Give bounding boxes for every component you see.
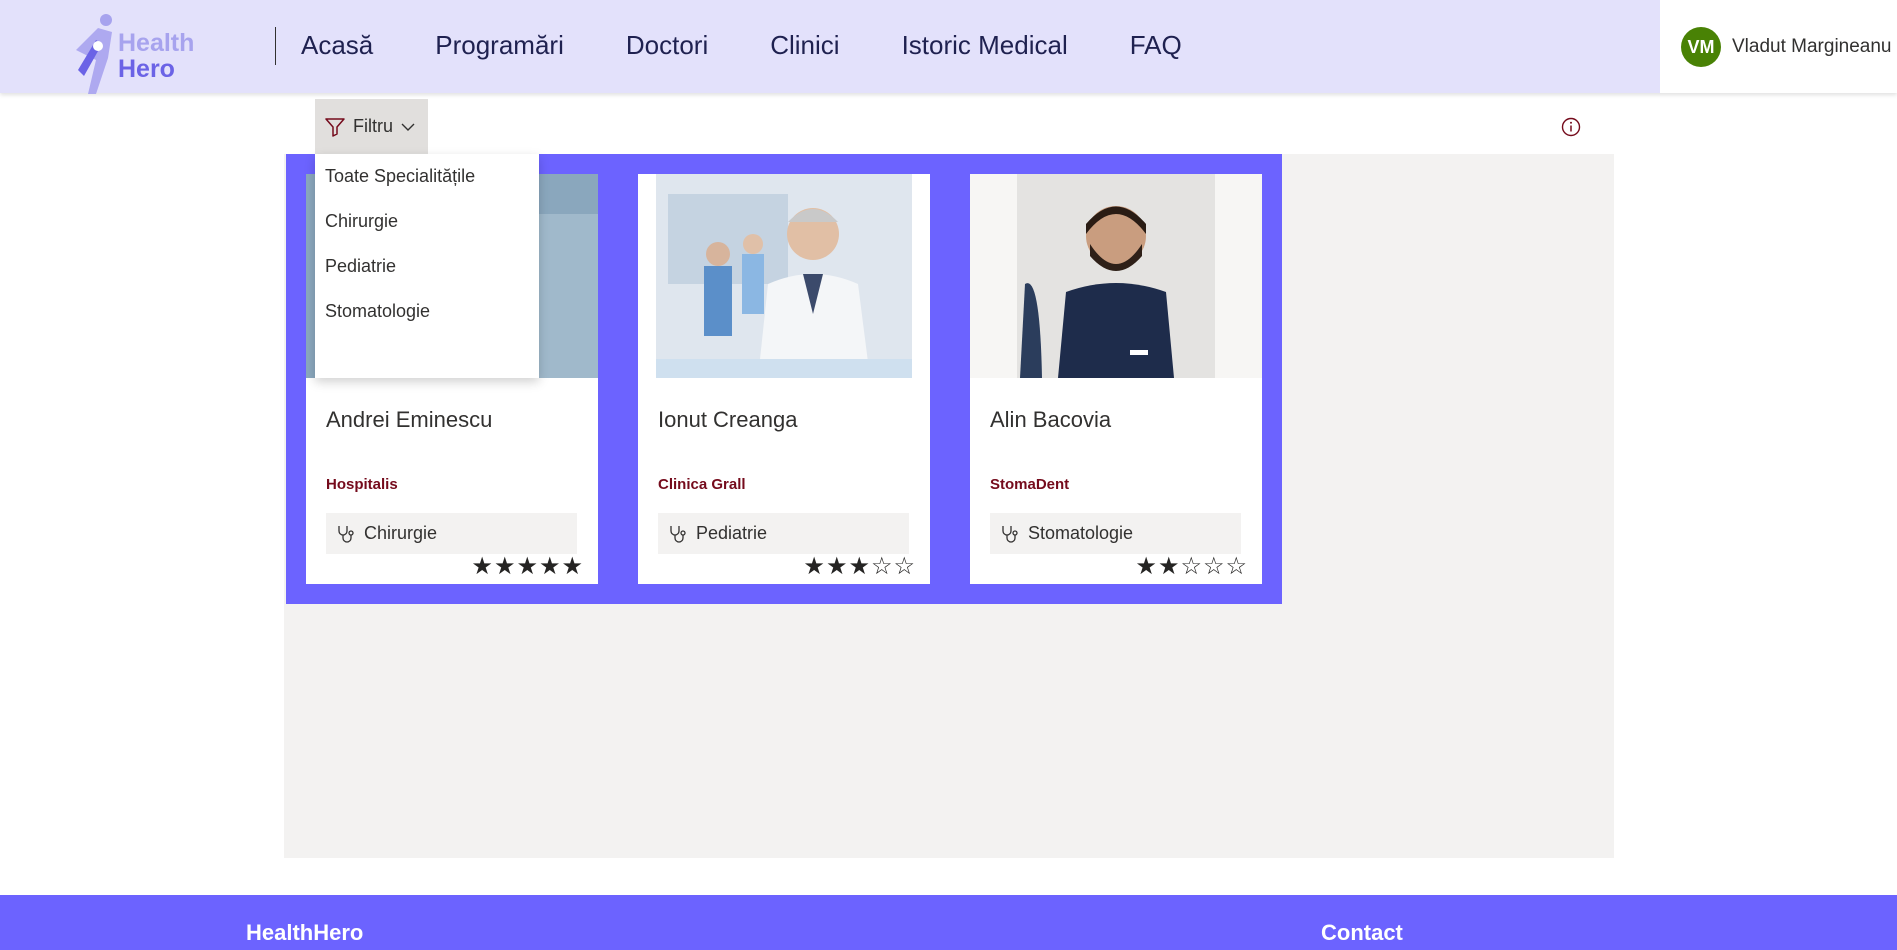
footer-brand: HealthHero bbox=[246, 920, 364, 945]
nav-item-istoric-medical[interactable]: Istoric Medical bbox=[902, 30, 1068, 61]
stethoscope-icon bbox=[338, 525, 354, 543]
doctor-card[interactable]: Ionut Creanga Clinica Grall Pediatrie ★★… bbox=[618, 154, 950, 604]
nav-item-clinici[interactable]: Clinici bbox=[770, 30, 839, 61]
rating-stars: ★★★☆☆ bbox=[803, 553, 916, 580]
specialty-tag: Pediatrie bbox=[658, 513, 909, 554]
specialty-tag: Stomatologie bbox=[990, 513, 1241, 554]
filter-option-pediatrie[interactable]: Pediatrie bbox=[315, 244, 539, 289]
filter-dropdown-menu: Toate Specialitățile Chirurgie Pediatrie… bbox=[315, 154, 539, 378]
nav-item-doctori[interactable]: Doctori bbox=[626, 30, 708, 61]
nav-divider bbox=[275, 27, 276, 65]
doctor-photo bbox=[638, 174, 930, 378]
info-icon[interactable] bbox=[1560, 116, 1582, 138]
filter-icon bbox=[325, 117, 345, 137]
doctor-name[interactable]: Ionut Creanga bbox=[658, 407, 797, 433]
stethoscope-icon bbox=[1002, 525, 1018, 543]
doctor-photo bbox=[970, 174, 1262, 378]
chevron-down-icon bbox=[401, 123, 415, 131]
doctor-card-body: Alin Bacovia StomaDent Stomatologie ★★☆☆… bbox=[970, 174, 1262, 584]
logo-text: Health Hero bbox=[118, 30, 194, 82]
filter-option-chirurgie[interactable]: Chirurgie bbox=[315, 199, 539, 244]
footer: HealthHero Contact bbox=[0, 895, 1897, 950]
clinic-name[interactable]: Clinica Grall bbox=[658, 476, 746, 493]
nav-item-faq[interactable]: FAQ bbox=[1130, 30, 1182, 61]
doctor-photo-graphic bbox=[638, 174, 930, 378]
nav-item-programari[interactable]: Programări bbox=[435, 30, 564, 61]
doctor-name[interactable]: Alin Bacovia bbox=[990, 407, 1111, 433]
user-profile[interactable]: VM Vladut Margineanu bbox=[1660, 0, 1897, 93]
specialty-label: Stomatologie bbox=[1028, 523, 1134, 543]
avatar[interactable]: VM bbox=[1681, 27, 1721, 67]
doctor-photo-graphic bbox=[970, 174, 1262, 378]
filter-label: Filtru bbox=[353, 116, 393, 136]
specialty-label: Pediatrie bbox=[696, 523, 768, 543]
filter-option-all[interactable]: Toate Specialitățile bbox=[315, 154, 539, 199]
stethoscope-icon bbox=[670, 525, 686, 543]
rating-stars: ★★★★★ bbox=[471, 553, 584, 580]
top-navbar: Health Hero Acasă Programări Doctori Cli… bbox=[0, 0, 1897, 94]
clinic-name[interactable]: Hospitalis bbox=[326, 476, 398, 493]
doctor-name[interactable]: Andrei Eminescu bbox=[326, 407, 492, 433]
rating-stars: ★★☆☆☆ bbox=[1135, 553, 1248, 580]
filter-button[interactable]: Filtru bbox=[315, 99, 428, 154]
specialty-label: Chirurgie bbox=[364, 523, 438, 543]
specialty-tag: Chirurgie bbox=[326, 513, 577, 554]
user-name[interactable]: Vladut Margineanu bbox=[1732, 36, 1892, 58]
health-hero-logo[interactable]: Health Hero bbox=[68, 10, 208, 94]
nav-item-acasa[interactable]: Acasă bbox=[301, 30, 373, 61]
footer-contact-heading: Contact bbox=[1321, 920, 1403, 945]
doctor-card[interactable]: Alin Bacovia StomaDent Stomatologie ★★☆☆… bbox=[950, 154, 1282, 604]
doctor-card-body: Ionut Creanga Clinica Grall Pediatrie ★★… bbox=[638, 174, 930, 584]
main-nav: Acasă Programări Doctori Clinici Istoric… bbox=[301, 30, 1244, 61]
logo-line-2: Hero bbox=[118, 55, 175, 83]
filter-option-stomatologie[interactable]: Stomatologie bbox=[315, 289, 539, 334]
logo-line-1: Health bbox=[118, 29, 195, 57]
clinic-name[interactable]: StomaDent bbox=[990, 476, 1069, 493]
